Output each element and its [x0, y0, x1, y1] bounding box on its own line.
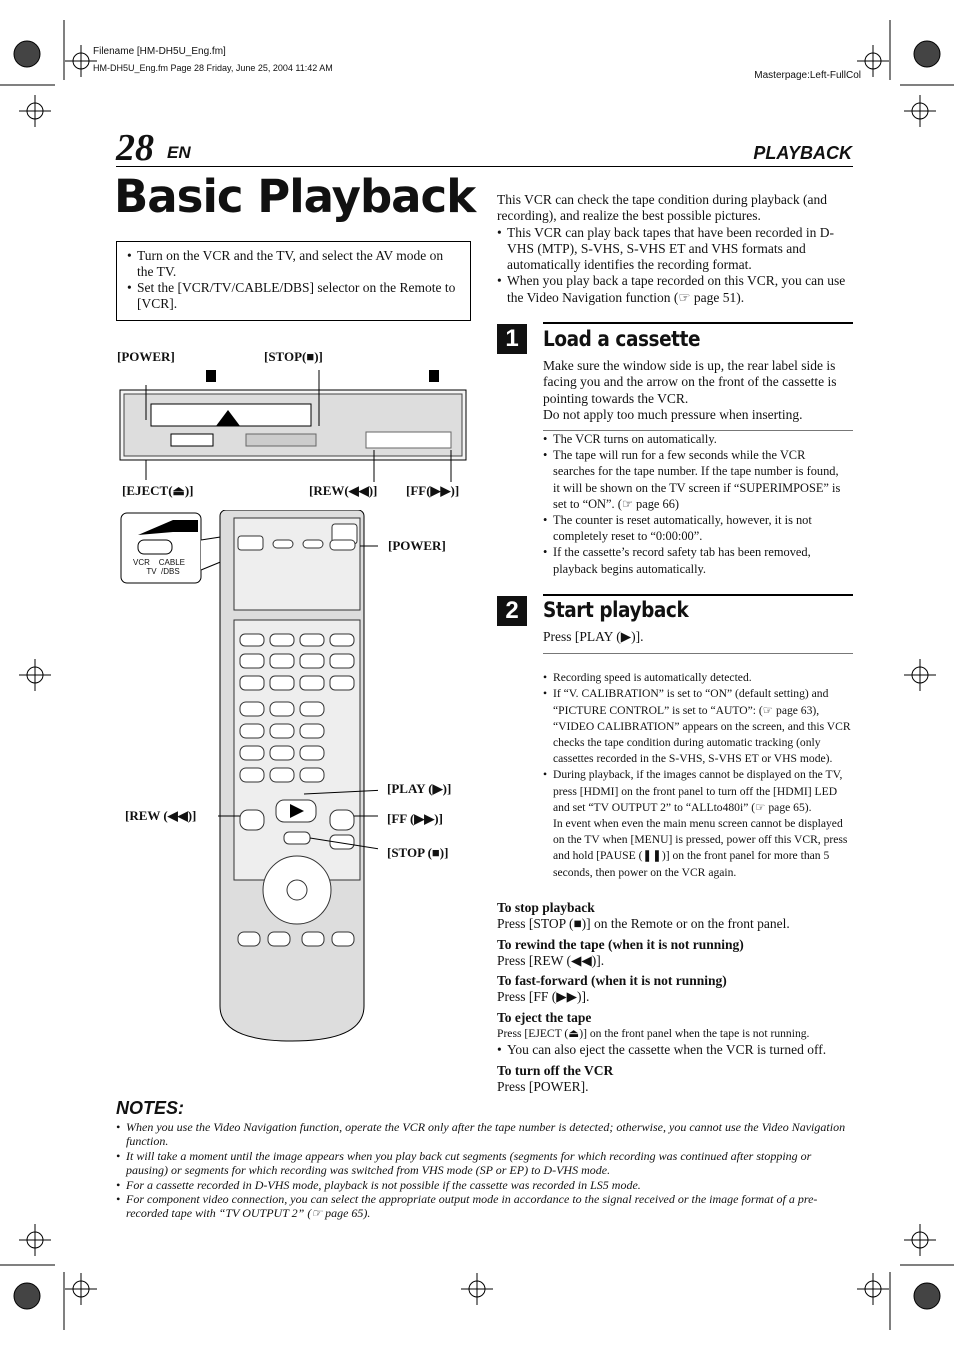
op-bullet: You can also eject the cassette when the…: [497, 1042, 857, 1059]
step-1-text: Make sure the window side is up, the rea…: [543, 358, 837, 406]
step-2-text: Press [PLAY (▶)].: [543, 629, 644, 644]
note-item: When you use the Video Navigation functi…: [116, 1120, 856, 1149]
vcr-ff-label: [FF(▶▶)]: [406, 483, 460, 498]
step-1-note: The counter is reset automatically, howe…: [543, 512, 848, 544]
step-1-body: Make sure the window side is up, the rea…: [543, 358, 853, 423]
preparation-box: Turn on the VCR and the TV, and select t…: [116, 241, 471, 321]
filename: Filename [HM-DH5U_Eng.fm]: [93, 46, 226, 57]
intro: This VCR can check the tape condition du…: [497, 192, 853, 306]
notes-list: When you use the Video Navigation functi…: [116, 1120, 856, 1221]
op-title: To turn off the VCR: [497, 1062, 614, 1078]
step-1-note: The VCR turns on automatically.: [543, 431, 848, 447]
vcr-stop-label: [STOP(■)]: [264, 349, 323, 364]
remote-stop-label: [STOP (■)]: [387, 845, 449, 860]
intro-text: This VCR can check the tape condition du…: [497, 192, 828, 224]
vcr-power-label: [POWER]: [117, 349, 175, 364]
step-2-note: Recording speed is automatically detecte…: [543, 670, 851, 686]
note-item: It will take a moment until the image ap…: [116, 1149, 856, 1178]
note-item: For a cassette recorded in D-VHS mode, p…: [116, 1178, 856, 1193]
op-title: To stop playback: [497, 900, 595, 915]
selector-labels: VCR CABLE TV /DBS: [133, 558, 185, 576]
remote-power-label: [POWER]: [388, 538, 446, 553]
op-text: Press [POWER].: [497, 1078, 589, 1094]
marker-2: 2: [432, 360, 438, 371]
step-2-note: If “V. CALIBRATION” is set to “ON” (defa…: [543, 686, 851, 767]
step-2-title: Start playback: [543, 598, 689, 622]
masterpage: Masterpage:Left-FullCol: [754, 70, 861, 81]
remote-ff-label: [FF (▶▶)]: [387, 811, 443, 826]
op-title: To rewind the tape (when it is not runni…: [497, 936, 744, 952]
selector-cable: CABLE: [158, 558, 186, 567]
step-2-note: During playback, if the images cannot be…: [543, 767, 851, 880]
intro-bullet: This VCR can play back tapes that have b…: [497, 225, 853, 274]
step-2-notes: Recording speed is automatically detecte…: [543, 654, 851, 881]
step-1-note: The tape will run for a few seconds whil…: [543, 447, 848, 512]
op-text: Press [FF (▶▶)].: [497, 989, 590, 1005]
step-2-rule: [543, 594, 853, 596]
vcr-rew-label: [REW(◀◀)]: [309, 483, 378, 498]
remote-play-label: [PLAY (▶)]: [387, 781, 452, 796]
marker-1: 1: [206, 360, 212, 371]
prep-item: Turn on the VCR and the TV, and select t…: [127, 248, 460, 280]
remote-rew-label: [REW (◀◀)]: [125, 808, 197, 823]
selector-vcr: VCR: [133, 558, 150, 567]
step-1-note: If the cassette’s record safety tab has …: [543, 544, 848, 576]
section-title: PLAYBACK: [753, 143, 852, 163]
notes-title: NOTES:: [116, 1098, 185, 1118]
intro-bullet: When you play back a tape recorded on th…: [497, 273, 853, 306]
selector-dbs: /DBS: [161, 567, 180, 576]
remote-illustration: [120, 510, 378, 1042]
page-title: Basic Playback: [114, 170, 476, 223]
op-title: To fast-forward (when it is not running): [497, 973, 727, 989]
step-1-marker: 1: [497, 324, 527, 354]
vcr-eject-label: [EJECT(⏏)]: [122, 483, 194, 498]
op-title: To eject the tape: [497, 1009, 592, 1025]
op-text: Press [STOP (■)] on the Remote or on the…: [497, 916, 790, 932]
op-text: Press [REW (◀◀)].: [497, 952, 605, 968]
header-rule: [116, 166, 853, 167]
step-1-rule: [543, 322, 853, 324]
step-1-text2: Do not apply too much pressure when inse…: [543, 406, 803, 422]
prep-item: Set the [VCR/TV/CABLE/DBS] selector on t…: [127, 280, 460, 312]
step-1-notes: The VCR turns on automatically.The tape …: [543, 431, 848, 577]
file-info: HM-DH5U_Eng.fm Page 28 Friday, June 25, …: [93, 63, 333, 73]
step-2-marker: 2: [497, 596, 527, 626]
op-text: Press [EJECT (⏏)] on the front panel whe…: [497, 1027, 810, 1041]
page-lang: EN: [167, 143, 191, 162]
operations: To stop playback Press [STOP (■)] on the …: [497, 900, 857, 1095]
vcr-illustration: [119, 370, 467, 482]
note-item: For component video connection, you can …: [116, 1192, 856, 1221]
page-number: 28: [116, 127, 154, 169]
selector-tv: TV: [146, 567, 157, 576]
step-1-title: Load a cassette: [543, 327, 701, 351]
